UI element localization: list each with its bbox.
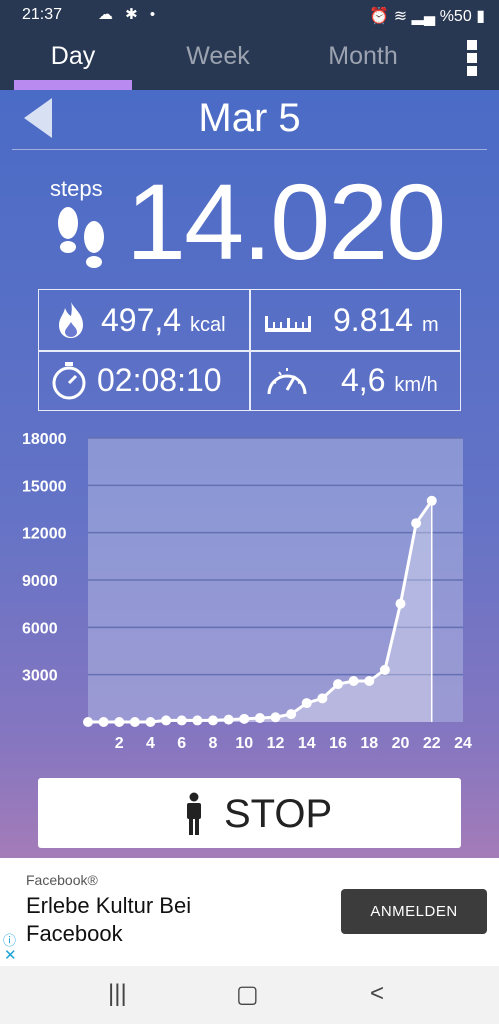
divider — [12, 149, 487, 150]
date-title: Mar 5 — [198, 96, 301, 140]
ad-source: Facebook® — [26, 872, 98, 888]
data-point — [426, 495, 437, 506]
main-panel: Mar 5 steps 14.020 497,4 kcal 9.814 m 02… — [0, 90, 499, 858]
steps-chart: 3000600090001200015000180002 4 6 8 10 12 14 16 1… — [22, 431, 472, 752]
x-tick-label: 14 — [298, 735, 316, 752]
duration-value: 02:08:10 — [97, 362, 222, 398]
back-icon[interactable]: < — [370, 980, 384, 1008]
y-tick-label: 9000 — [22, 573, 58, 590]
calories-value: 497,4 — [101, 302, 182, 338]
recent-apps-icon[interactable]: ||| — [108, 980, 127, 1008]
x-tick-label: 6 — [177, 735, 186, 752]
tab-week[interactable]: Week — [159, 30, 277, 90]
speed-value: 4,6 — [341, 362, 386, 398]
data-point — [364, 675, 375, 686]
flame-icon — [59, 302, 83, 338]
status-right: ⏰ ≋ ▂▄ %50 ▮ — [369, 6, 485, 26]
battery-percent: %50 — [439, 8, 472, 25]
data-point — [317, 693, 328, 704]
data-point — [270, 712, 281, 723]
calories-unit: kcal — [189, 314, 226, 336]
distance-stat: 9.814 m — [333, 302, 439, 339]
x-tick-label: 8 — [209, 735, 218, 752]
footprints-icon — [58, 207, 104, 268]
stop-button[interactable]: STOP — [38, 778, 461, 848]
ad-banner[interactable]: Facebook® Erlebe Kultur Bei Facebook ANM… — [0, 858, 499, 966]
wifi-icon: ≋ — [393, 8, 408, 25]
x-tick-label: 20 — [392, 735, 410, 752]
stats-grid: 497,4 kcal 9.814 m 02:08:10 4,6 km/h — [38, 289, 461, 411]
data-point — [114, 717, 125, 727]
steps-count: 14.020 — [126, 161, 446, 282]
y-tick-label: 12000 — [22, 526, 67, 543]
x-tick-label: 18 — [360, 735, 378, 752]
status-bar: 21:37 ☁ ✱ • ⏰ ≋ ▂▄ %50 ▮ — [0, 0, 499, 30]
x-tick-label: 10 — [235, 735, 253, 752]
data-point — [395, 598, 406, 609]
data-point — [129, 717, 140, 727]
system-nav-bar: ||| ▢ < — [0, 966, 499, 1024]
data-point — [411, 518, 422, 529]
stopwatch-icon — [52, 362, 86, 400]
tab-month[interactable]: Month — [304, 30, 422, 90]
y-tick-label: 15000 — [22, 478, 67, 495]
x-tick-label: 2 — [115, 735, 124, 752]
data-point — [161, 715, 172, 726]
battery-icon: ▮ — [476, 8, 485, 25]
steps-label: steps — [50, 176, 103, 201]
duration-stat: 02:08:10 — [97, 362, 222, 399]
calories-stat: 497,4 kcal — [101, 302, 226, 339]
data-point — [223, 714, 234, 725]
distance-value: 9.814 — [333, 302, 414, 338]
overflow-menu-icon[interactable] — [467, 40, 479, 76]
data-point — [286, 709, 297, 720]
x-tick-label: 22 — [423, 735, 441, 752]
alarm-icon: ⏰ — [369, 8, 390, 25]
walking-person-icon — [187, 792, 201, 835]
data-point — [239, 713, 250, 724]
speedometer-icon — [267, 368, 307, 395]
data-point — [379, 664, 390, 675]
notification-icons: ☁ ✱ • — [98, 5, 159, 23]
ad-close-icon[interactable]: ✕ — [4, 946, 17, 964]
y-tick-label: 3000 — [22, 668, 58, 685]
y-tick-label: 6000 — [22, 620, 58, 637]
tab-day[interactable]: Day — [14, 30, 132, 90]
x-tick-label: 4 — [146, 735, 155, 752]
data-point — [145, 717, 156, 727]
ruler-icon — [265, 316, 311, 332]
cloud-icon: ☁ — [98, 6, 117, 23]
settings-gear-icon: ✱ — [125, 6, 142, 23]
ad-signup-button[interactable]: ANMELDEN — [341, 889, 487, 934]
speed-stat: 4,6 km/h — [341, 362, 438, 399]
y-tick-label: 18000 — [22, 431, 67, 448]
x-tick-label: 24 — [454, 735, 472, 752]
previous-day-arrow-icon[interactable] — [24, 98, 52, 138]
dot-icon: • — [149, 6, 160, 23]
data-point — [301, 698, 312, 709]
tab-bar: Day Week Month — [0, 30, 499, 90]
x-tick-label: 16 — [329, 735, 347, 752]
data-point — [254, 713, 265, 724]
data-point — [83, 717, 93, 727]
signal-icon: ▂▄ — [411, 8, 436, 25]
stop-button-label: STOP — [224, 792, 333, 836]
data-point — [208, 715, 218, 726]
data-point — [192, 715, 203, 726]
distance-unit: m — [421, 314, 439, 336]
status-time: 21:37 — [22, 6, 63, 23]
data-point — [348, 675, 359, 686]
x-tick-label: 12 — [267, 735, 285, 752]
home-icon[interactable]: ▢ — [236, 980, 259, 1009]
data-point — [98, 717, 109, 727]
ad-title[interactable]: Erlebe Kultur Bei Facebook — [26, 892, 286, 947]
data-point — [176, 715, 187, 726]
speed-unit: km/h — [394, 374, 438, 396]
data-point — [333, 679, 343, 690]
